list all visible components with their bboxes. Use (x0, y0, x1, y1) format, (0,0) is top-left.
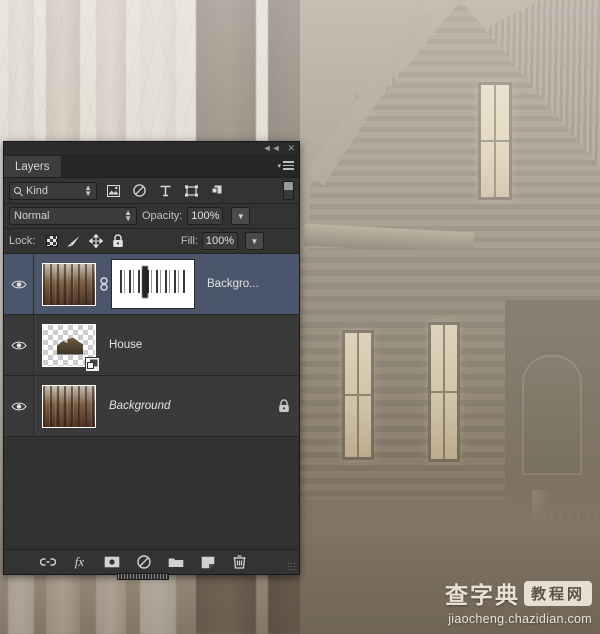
layer-mask-thumbnail[interactable] (111, 259, 195, 309)
blend-mode-value: Normal (14, 210, 50, 222)
watermark-brand: 查字典 (444, 583, 520, 609)
layer-filter-row: Kind ▲ ▼ (4, 178, 299, 204)
blend-mode-select[interactable]: Normal ▲ ▼ (9, 207, 137, 225)
layer-name[interactable]: Backgro... (194, 278, 299, 290)
lock-position-icon[interactable] (88, 234, 103, 249)
new-adjustment-layer-button[interactable] (135, 553, 153, 571)
opacity-value[interactable]: 100% (187, 207, 224, 225)
delete-layer-button[interactable] (231, 553, 249, 571)
layer-thumbnail[interactable] (42, 384, 96, 428)
layer-name[interactable]: Background (96, 400, 269, 412)
eye-icon[interactable] (4, 254, 34, 314)
collapse-icon[interactable]: ◄◄ (263, 144, 281, 153)
lock-all-icon[interactable] (110, 234, 125, 249)
filter-kind-select[interactable]: Kind ▲ ▼ (9, 181, 97, 200)
opacity-dropdown-icon[interactable]: ▼ (231, 207, 251, 225)
table-row[interactable]: Background (4, 376, 299, 437)
link-layers-button[interactable] (39, 553, 57, 571)
stepper-arrows-icon[interactable]: ▲ ▼ (124, 209, 132, 223)
eye-icon[interactable] (4, 315, 34, 375)
tab-layers[interactable]: Layers (4, 156, 62, 177)
watermark-brand-box: 教程网 (523, 580, 592, 606)
panel-tabstrip: Layers ▾ (4, 156, 299, 178)
layers-panel[interactable]: ◄◄ ✕ Layers ▾ Kind ▲ ▼ Normal ▲ ▼ Opacit… (3, 141, 300, 580)
lock-label: Lock: (9, 235, 36, 247)
image-icon[interactable] (103, 181, 123, 201)
shape-icon[interactable] (181, 181, 201, 201)
panel-bottom-toolbar: fx (4, 549, 299, 580)
blend-mode-row: Normal ▲ ▼ Opacity: 100% ▼ (4, 204, 299, 229)
resize-grip[interactable] (287, 562, 296, 571)
filter-kind-label: Kind (26, 184, 49, 197)
fill-label: Fill: (180, 235, 198, 247)
close-icon[interactable]: ✕ (287, 144, 295, 153)
adjustment-circle-icon[interactable] (129, 181, 149, 201)
add-layer-mask-button[interactable] (103, 553, 121, 571)
chain-link-icon[interactable] (97, 277, 111, 291)
stepper-arrows-icon[interactable]: ▲ ▼ (84, 183, 92, 197)
opacity-label: Opacity: (142, 210, 183, 222)
watermark: 查字典 教程网 jiaocheng.chazidian.com (445, 576, 592, 626)
type-icon[interactable] (155, 181, 175, 201)
eye-icon[interactable] (4, 376, 34, 436)
padlock-icon (269, 399, 299, 413)
panel-titlebar: ◄◄ ✕ (4, 142, 299, 156)
tab-layers-label: Layers (15, 160, 50, 173)
lock-transparent-pixels-icon[interactable] (44, 234, 59, 249)
search-icon (14, 187, 21, 194)
fill-value[interactable]: 100% (202, 232, 238, 250)
panel-menu-icon[interactable]: ▾ (277, 161, 294, 172)
layer-thumbnail[interactable] (42, 323, 100, 372)
table-row[interactable]: Backgro... (4, 254, 299, 315)
fill-dropdown-icon[interactable]: ▼ (245, 232, 264, 250)
filter-toggle-switch[interactable] (283, 181, 294, 200)
table-row[interactable]: House (4, 315, 299, 376)
watermark-url: jiaocheng.chazidian.com (448, 612, 592, 626)
tabstrip-filler (61, 156, 299, 177)
layer-name[interactable]: House (96, 339, 299, 351)
layer-list[interactable]: Backgro... House Background (4, 254, 299, 549)
lock-row: Lock: Fill: 100% ▼ (4, 229, 299, 254)
screenshot-root: 查字典 教程网 jiaocheng.chazidian.com ◄◄ ✕ Lay… (0, 0, 600, 634)
smart-object-icon[interactable] (207, 181, 227, 201)
layer-thumbnail[interactable] (42, 262, 96, 306)
layer-style-button[interactable]: fx (71, 553, 89, 571)
new-group-button[interactable] (167, 553, 185, 571)
smart-object-badge-icon (85, 356, 100, 372)
new-layer-button[interactable] (199, 553, 217, 571)
horizontal-scrollbar[interactable] (117, 573, 169, 580)
lock-image-pixels-icon[interactable] (66, 234, 81, 249)
